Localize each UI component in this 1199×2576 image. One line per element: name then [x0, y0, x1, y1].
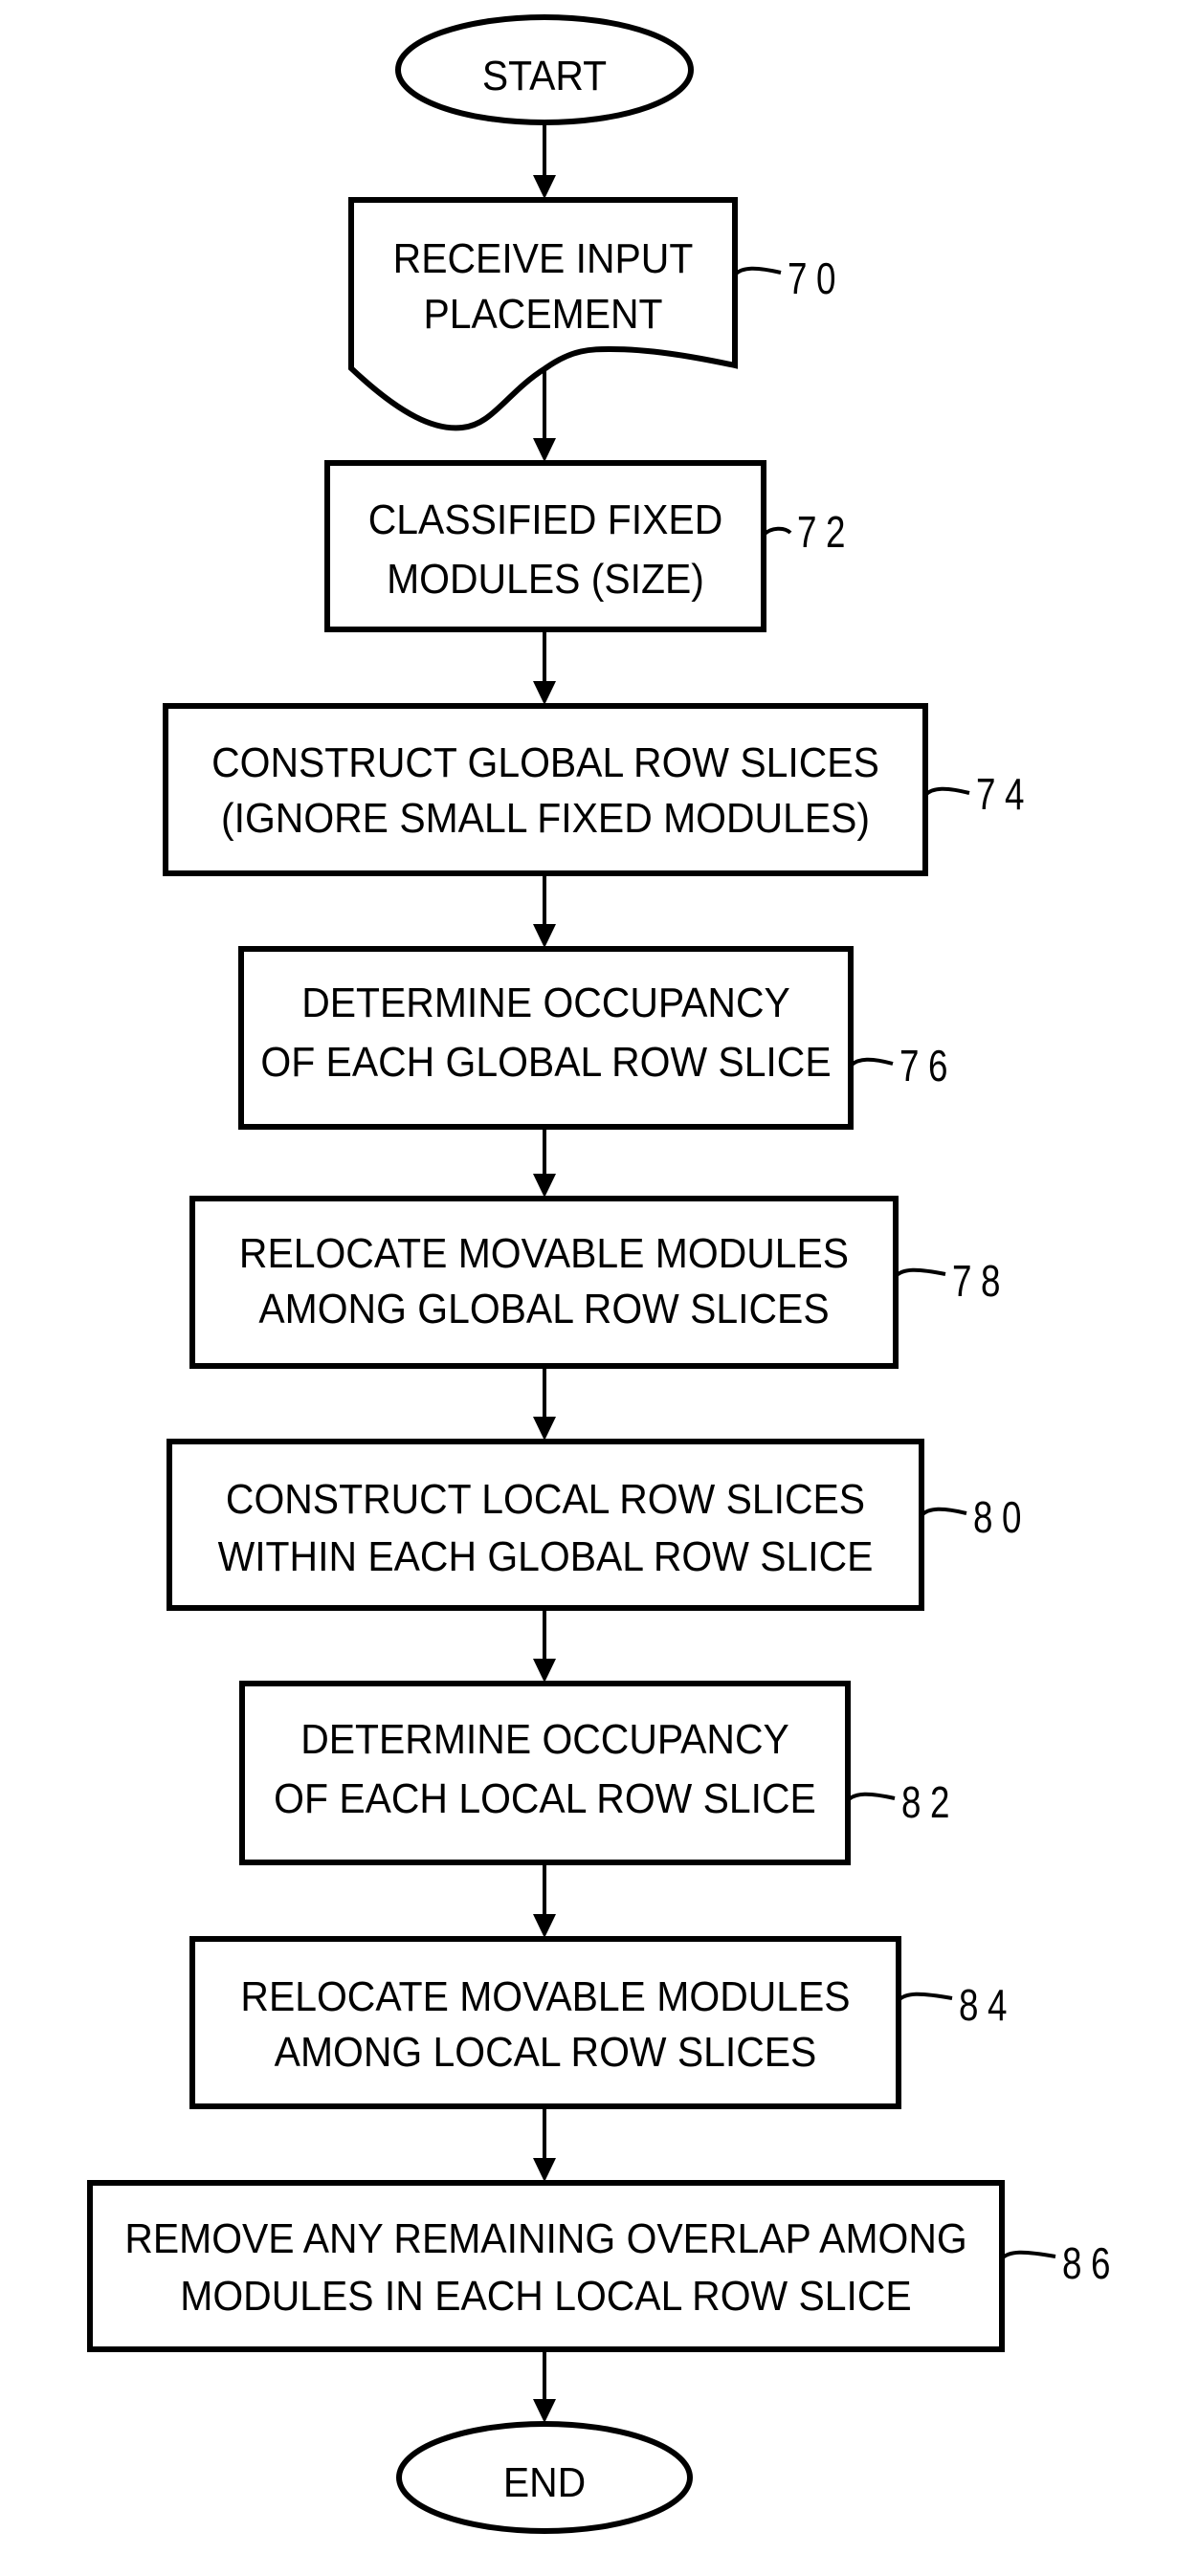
step-72: CLASSIFIED FIXED MODULES (SIZE) 72	[324, 460, 855, 632]
reference-leader	[894, 1267, 946, 1278]
arrowhead-icon	[533, 2158, 556, 2182]
step-text-line: OF EACH LOCAL ROW SLICE	[274, 1776, 816, 1823]
process-box	[167, 1439, 924, 1611]
nodes: START RECEIVE INPUT PLACEMENT 70 CLASSIFIED …	[87, 14, 1120, 2534]
step-text-line: OF EACH GLOBAL ROW SLICE	[260, 1040, 831, 1087]
reference-leader	[920, 1507, 967, 1517]
reference-leader	[1000, 2250, 1056, 2260]
arrowhead-icon	[533, 1174, 556, 1198]
process-box	[87, 2180, 1005, 2352]
reference-leader	[846, 1792, 896, 1802]
step-74: CONSTRUCT GLOBAL ROW SLICES (IGNORE SMALL…	[163, 703, 1033, 876]
reference-leader	[923, 786, 970, 797]
start-terminal: START	[395, 14, 694, 125]
step-text-line: AMONG GLOBAL ROW SLICES	[258, 1287, 829, 1333]
step-text-line: RELOCATE MOVABLE MODULES	[240, 1974, 850, 2021]
process-box	[189, 1936, 901, 2109]
step-text-line: DETERMINE OCCUPANCY	[301, 980, 790, 1027]
process-box	[163, 703, 928, 876]
flow-arrow	[533, 1366, 556, 1441]
process-box	[239, 1681, 851, 1865]
arrowhead-icon	[533, 2399, 556, 2423]
reference-numeral: 72	[797, 507, 855, 557]
reference-numeral: 74	[976, 769, 1033, 819]
arrowhead-icon	[533, 681, 556, 705]
step-text-line: (IGNORE SMALL FIXED MODULES)	[221, 796, 870, 843]
reference-leader	[733, 266, 782, 276]
arrowhead-icon	[533, 1914, 556, 1938]
process-box	[238, 946, 854, 1130]
step-text-line: RELOCATE MOVABLE MODULES	[239, 1231, 849, 1278]
flow-arrow	[533, 368, 556, 462]
arrowhead-icon	[533, 1417, 556, 1441]
step-80: CONSTRUCT LOCAL ROW SLICES WITHIN EACH GL…	[167, 1439, 1031, 1611]
step-text-line: CLASSIFIED FIXED	[368, 497, 722, 544]
step-text-line: CONSTRUCT LOCAL ROW SLICES	[226, 1477, 865, 1524]
step-text-line: REMOVE ANY REMAINING OVERLAP AMONG	[124, 2216, 966, 2263]
step-text-line: AMONG LOCAL ROW SLICES	[275, 2030, 817, 2077]
step-text-line: CONSTRUCT GLOBAL ROW SLICES	[211, 740, 879, 787]
step-76: DETERMINE OCCUPANCY OF EACH GLOBAL ROW SL…	[238, 946, 957, 1130]
flow-arrow	[533, 873, 556, 948]
step-84: RELOCATE MOVABLE MODULES AMONG LOCAL ROW …	[189, 1936, 1016, 2109]
reference-numeral: 76	[899, 1041, 957, 1090]
step-text-line: WITHIN EACH GLOBAL ROW SLICE	[218, 1534, 874, 1581]
reference-numeral: 84	[959, 1980, 1016, 2030]
flow-arrow	[533, 1127, 556, 1198]
step-70: RECEIVE INPUT PLACEMENT 70	[348, 197, 845, 431]
arrowhead-icon	[533, 438, 556, 462]
reference-numeral: 86	[1062, 2238, 1120, 2288]
reference-numeral: 78	[952, 1256, 1010, 1306]
reference-numeral: 80	[973, 1492, 1031, 1542]
arrowhead-icon	[533, 175, 556, 199]
flow-arrow	[533, 2106, 556, 2182]
step-text-line: MODULES (SIZE)	[387, 557, 704, 604]
step-text-line: MODULES IN EACH LOCAL ROW SLICE	[180, 2274, 911, 2321]
flowchart: START RECEIVE INPUT PLACEMENT 70 CLASSIFIED …	[87, 14, 1120, 2534]
arrowhead-icon	[533, 924, 556, 948]
step-82: DETERMINE OCCUPANCY OF EACH LOCAL ROW SLI…	[239, 1681, 959, 1865]
reference-numeral: 70	[788, 253, 845, 303]
flow-arrow	[533, 2349, 556, 2423]
reference-leader	[849, 1057, 894, 1068]
reference-leader	[897, 1992, 953, 2002]
step-78: RELOCATE MOVABLE MODULES AMONG GLOBAL ROW…	[189, 1196, 1010, 1369]
reference-numeral: 82	[901, 1777, 959, 1827]
process-box	[324, 460, 766, 632]
end-terminal: END	[396, 2421, 693, 2534]
flow-arrow	[533, 1862, 556, 1938]
end-label: END	[503, 2460, 586, 2507]
start-label: START	[482, 54, 607, 100]
flow-arrow	[533, 122, 556, 199]
arrowhead-icon	[533, 1659, 556, 1683]
step-86: REMOVE ANY REMAINING OVERLAP AMONG MODULE…	[87, 2180, 1120, 2352]
process-box	[189, 1196, 899, 1369]
reference-leader	[762, 526, 792, 537]
step-text-line: RECEIVE INPUT	[393, 236, 694, 283]
step-text-line: PLACEMENT	[423, 292, 662, 339]
flow-arrow	[533, 629, 556, 705]
flow-arrow	[533, 1608, 556, 1683]
step-text-line: DETERMINE OCCUPANCY	[300, 1717, 789, 1764]
